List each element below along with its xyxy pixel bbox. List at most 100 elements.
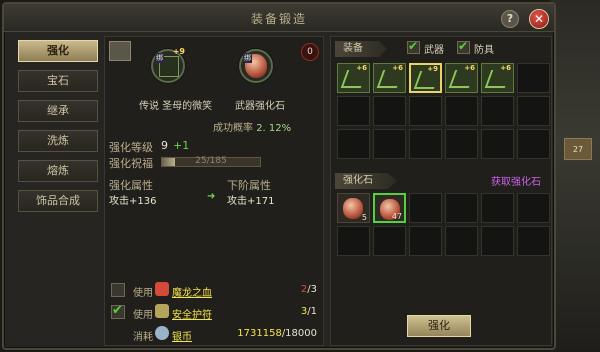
level-delta: +1 — [173, 139, 190, 152]
bind-tag: 绑 — [155, 53, 164, 63]
consumable-name[interactable]: 银币 — [172, 328, 192, 343]
consumable-count: 1731158/18000 — [237, 328, 317, 339]
consumable-row: 使用 魔龙之血 2/3 — [109, 281, 321, 301]
plus-level: +9 — [172, 47, 185, 56]
empty-cell[interactable] — [481, 96, 514, 126]
empty-cell[interactable] — [481, 129, 514, 159]
use-checkbox[interactable] — [111, 303, 125, 319]
bind-tag: 绑 — [243, 53, 252, 63]
equip-section-header: 装备 — [335, 41, 387, 57]
equip-icon — [484, 70, 512, 88]
forge-tabs: 强化 宝石 继承 洗炼 熔炼 饰品合成 — [18, 40, 100, 220]
tab-gem[interactable]: 宝石 — [18, 70, 98, 92]
level-value: 9 — [161, 139, 168, 152]
tab-refine[interactable]: 洗炼 — [18, 130, 98, 152]
equip-icon — [376, 70, 404, 88]
consumable-action: 消耗 — [133, 332, 153, 343]
next-attr-label: 下阶属性 — [227, 179, 271, 192]
equip-cell-selected[interactable]: +9 — [409, 63, 442, 93]
filter-weapon-label: 武器 — [424, 45, 444, 56]
tab-inherit[interactable]: 继承 — [18, 100, 98, 122]
tab-smelt[interactable]: 熔炼 — [18, 160, 98, 182]
stone-cell-selected[interactable]: 47 — [373, 193, 406, 223]
consumable-action: 使用 — [133, 288, 153, 299]
consumable-row: 消耗 银币 1731158/18000 — [109, 325, 321, 345]
title-bar: 装备锻造 ? ✕ — [4, 4, 554, 32]
equip-cell[interactable]: +6 — [373, 63, 406, 93]
empty-cell[interactable] — [373, 226, 406, 256]
level-badge: 0 — [301, 43, 319, 61]
equip-icon — [413, 71, 441, 89]
stone-section-header: 强化石 — [335, 173, 397, 189]
equip-grid: +6 +6 +9 +6 +6 — [337, 63, 550, 159]
filter-armor-label: 防具 — [474, 45, 494, 56]
equip-icon — [340, 70, 368, 88]
empty-cell[interactable] — [481, 193, 514, 223]
empty-cell[interactable] — [517, 96, 550, 126]
enhance-panel: 0 绑 +9 绑 传说 圣母的微笑 武器强化石 成功概率 2. 12% 强化等级… — [104, 36, 324, 346]
rate-label: 成功概率 — [213, 123, 253, 134]
use-checkbox[interactable] — [111, 283, 125, 297]
help-button[interactable]: ? — [501, 10, 519, 28]
empty-cell[interactable] — [337, 226, 370, 256]
stone-cell[interactable]: 5 — [337, 193, 370, 223]
empty-cell[interactable] — [409, 226, 442, 256]
consumable-action: 使用 — [133, 310, 153, 321]
enhance-stone-icon — [343, 198, 363, 219]
level-label: 强化等级 — [109, 141, 153, 154]
empty-cell[interactable] — [337, 96, 370, 126]
safety-charm-icon — [155, 304, 169, 318]
rate-value: 2. 12% — [256, 123, 292, 134]
consumable-name[interactable]: 魔龙之血 — [172, 284, 212, 299]
empty-cell[interactable] — [445, 193, 478, 223]
equip-icon — [448, 70, 476, 88]
attr-value: 攻击+136 — [109, 196, 157, 207]
equip-slot[interactable]: 绑 +9 — [151, 47, 185, 83]
equipment-forge-window: 装备锻造 ? ✕ 强化 宝石 继承 洗炼 熔炼 饰品合成 0 绑 +9 绑 传说… — [2, 2, 556, 350]
empty-cell[interactable] — [445, 226, 478, 256]
consumable-count: 2/3 — [300, 284, 317, 295]
empty-cell[interactable] — [409, 96, 442, 126]
consumable-name[interactable]: 安全护符 — [172, 306, 212, 321]
enhance-button[interactable]: 强化 — [407, 315, 471, 337]
consumable-count: 3/1 — [300, 306, 317, 317]
arrow-right-icon: ➜ — [207, 191, 216, 202]
empty-cell[interactable] — [373, 129, 406, 159]
empty-cell[interactable] — [517, 226, 550, 256]
bless-label: 强化祝福 — [109, 157, 153, 170]
stone-name: 武器强化石 — [235, 101, 285, 112]
weapon-checkbox[interactable] — [407, 39, 420, 54]
stone-slot[interactable]: 绑 — [239, 49, 273, 83]
empty-cell[interactable] — [445, 129, 478, 159]
edit-icon[interactable] — [109, 41, 131, 61]
empty-cell[interactable] — [481, 226, 514, 256]
armor-checkbox[interactable] — [457, 39, 470, 54]
world-badge: 27 — [564, 138, 592, 160]
empty-cell[interactable] — [517, 129, 550, 159]
dragon-blood-icon — [155, 282, 169, 296]
equip-cell[interactable]: +6 — [445, 63, 478, 93]
close-button[interactable]: ✕ — [529, 9, 549, 29]
game-world-background: 27 — [550, 0, 600, 352]
empty-cell[interactable] — [409, 129, 442, 159]
consumable-row: 使用 安全护符 3/1 — [109, 303, 321, 323]
success-rate: 成功概率 2. 12% — [213, 119, 291, 134]
equip-cell[interactable]: +6 — [481, 63, 514, 93]
empty-cell[interactable] — [337, 129, 370, 159]
empty-cell[interactable] — [445, 96, 478, 126]
tab-accessory-craft[interactable]: 饰品合成 — [18, 190, 98, 212]
equip-name: 传说 圣母的微笑 — [139, 101, 213, 112]
window-title: 装备锻造 — [250, 12, 307, 26]
silver-coin-icon — [155, 326, 169, 340]
empty-cell[interactable] — [409, 193, 442, 223]
inventory-panel: 装备 武器 防具 +6 +6 +9 +6 +6 — [330, 36, 552, 346]
equip-cell[interactable]: +6 — [337, 63, 370, 93]
empty-cell[interactable] — [373, 96, 406, 126]
attr-label: 强化属性 — [109, 179, 153, 192]
bless-text: 25/185 — [195, 156, 227, 166]
empty-cell[interactable] — [517, 63, 550, 93]
get-stone-link[interactable]: 获取强化石 — [491, 173, 541, 188]
tab-enhance[interactable]: 强化 — [18, 40, 98, 62]
empty-cell[interactable] — [517, 193, 550, 223]
next-attr-value: 攻击+171 — [227, 196, 275, 207]
